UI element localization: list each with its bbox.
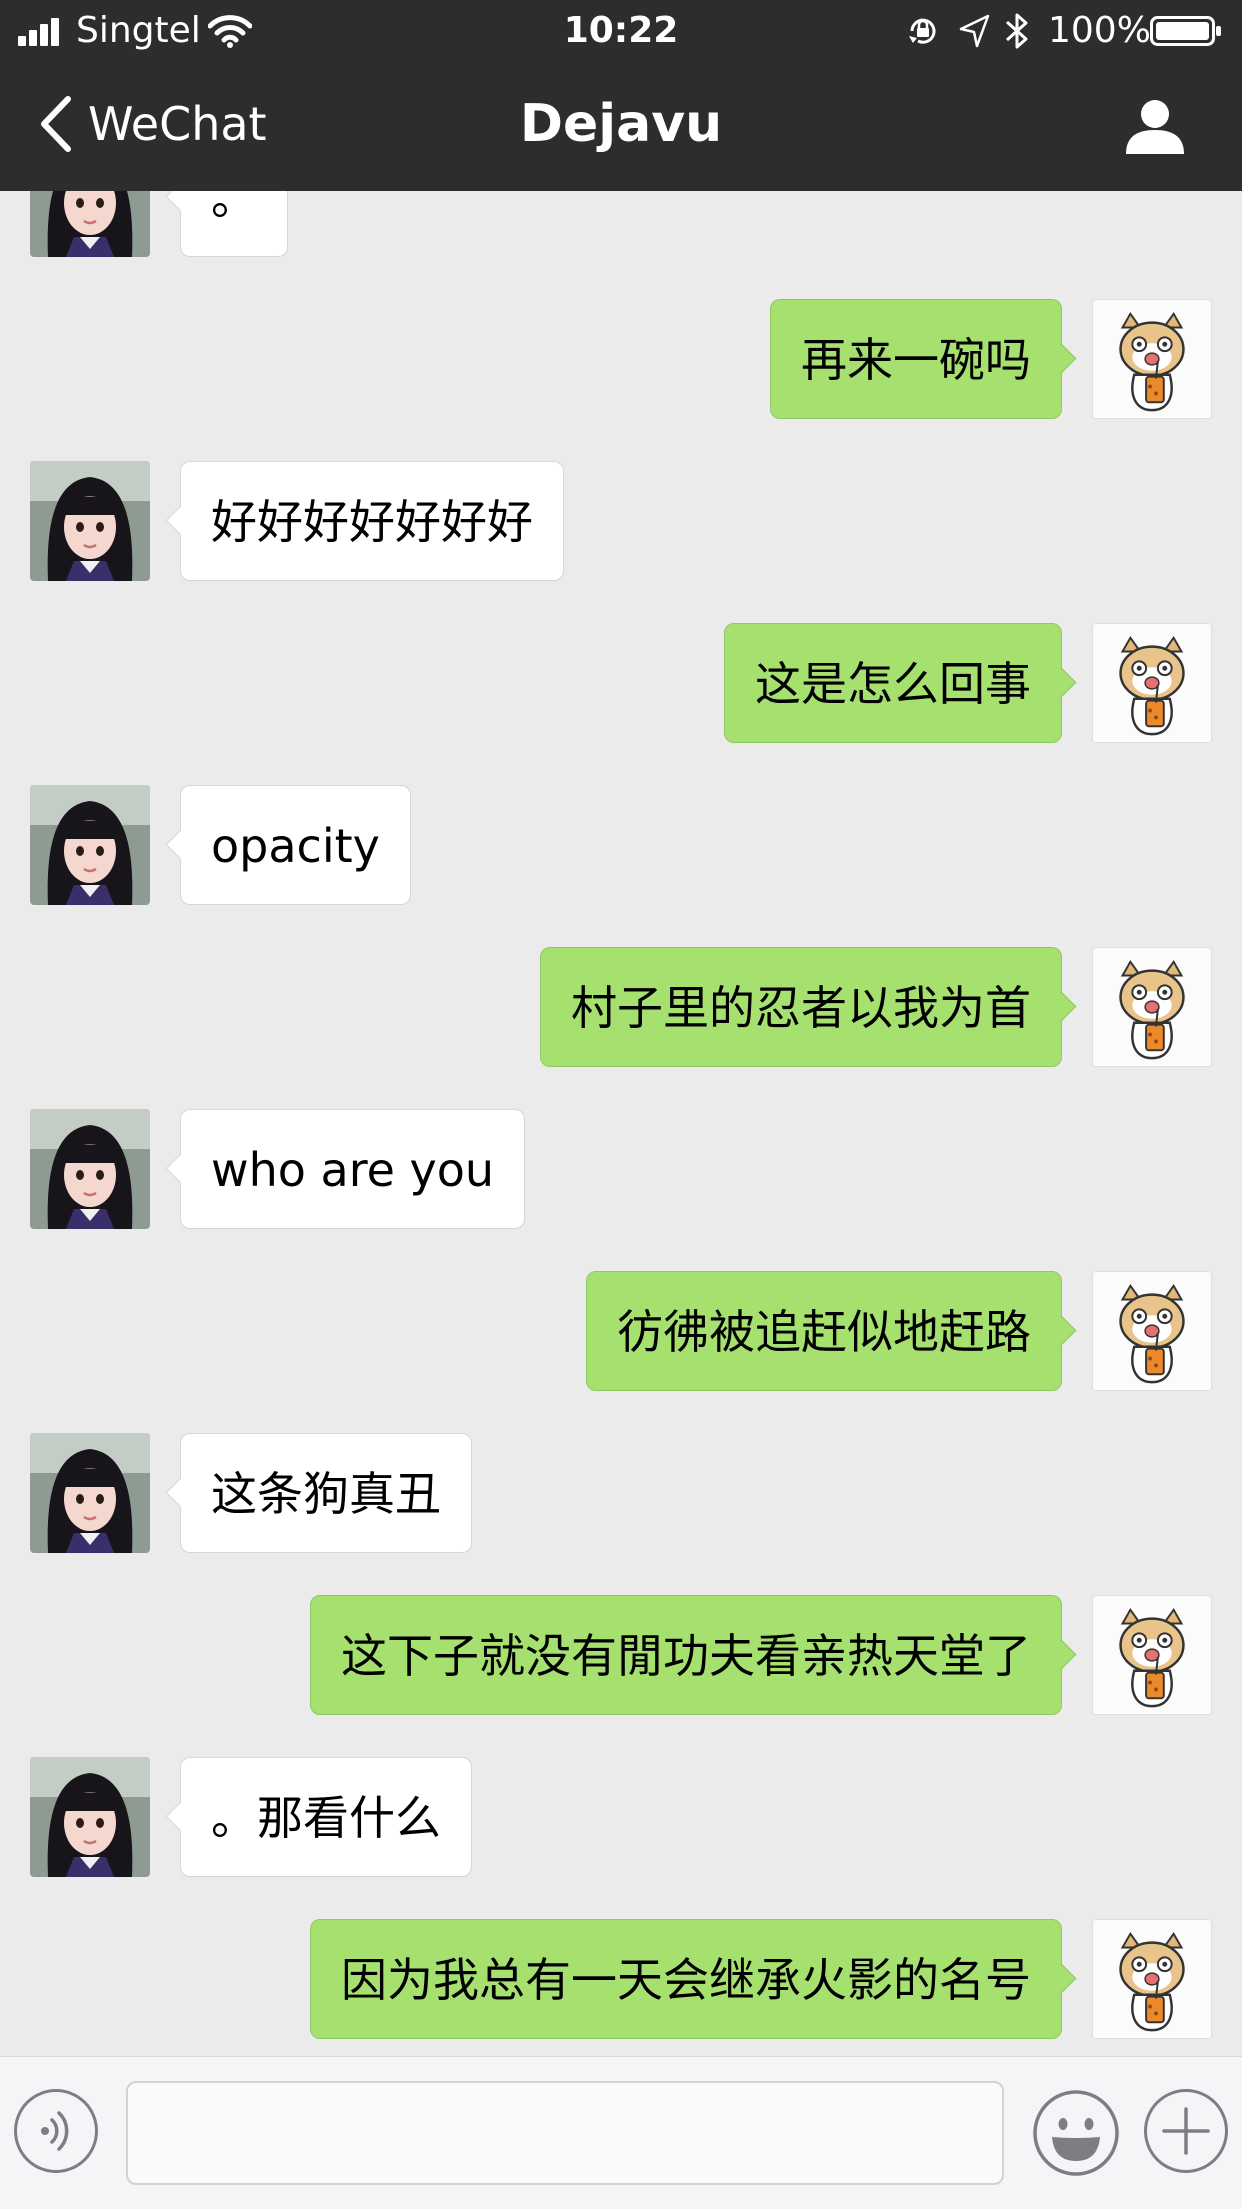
status-bar: Singtel 10:22 100% xyxy=(0,0,1242,62)
outgoing-message: 村子里的忍者以我为首 xyxy=(0,947,1242,1067)
message-bubble[interactable]: 村子里的忍者以我为首 xyxy=(540,947,1062,1067)
bluetooth-icon xyxy=(1005,13,1028,49)
message-bubble[interactable]: who are you xyxy=(180,1109,526,1229)
back-button[interactable]: WeChat xyxy=(36,92,267,156)
person-icon[interactable] xyxy=(1124,96,1186,156)
emoji-icon[interactable] xyxy=(1032,2089,1120,2177)
battery-icon xyxy=(1150,16,1221,46)
message-bubble[interactable]: 好好好好好好好 xyxy=(180,461,564,581)
orientation-lock-icon xyxy=(909,18,936,44)
my-avatar[interactable] xyxy=(1092,1595,1212,1715)
contact-avatar[interactable] xyxy=(30,1757,150,1877)
back-label: WeChat xyxy=(88,97,267,151)
message-input[interactable] xyxy=(126,2081,1004,2185)
incoming-message: who are you xyxy=(0,1109,1242,1229)
plus-icon xyxy=(1162,2107,1210,2155)
incoming-message: 这条狗真丑 xyxy=(0,1433,1242,1553)
contact-avatar[interactable] xyxy=(30,1109,150,1229)
incoming-message: 。 xyxy=(0,191,1242,257)
plus-button[interactable] xyxy=(1144,2089,1228,2173)
contact-avatar[interactable] xyxy=(30,191,150,257)
contact-avatar[interactable] xyxy=(30,1433,150,1553)
my-avatar[interactable] xyxy=(1092,1919,1212,2039)
message-bubble[interactable]: 彷彿被追赶似地赶路 xyxy=(586,1271,1062,1391)
top-bar: Singtel 10:22 100% WeChat Dejavu xyxy=(0,0,1242,191)
outgoing-message: 这是怎么回事 xyxy=(0,623,1242,743)
outgoing-message: 这下子就没有閒功夫看亲热天堂了 xyxy=(0,1595,1242,1715)
my-avatar[interactable] xyxy=(1092,947,1212,1067)
outgoing-message: 彷彿被追赶似地赶路 xyxy=(0,1271,1242,1391)
message-bubble[interactable]: opacity xyxy=(180,785,411,905)
outgoing-message: 再来一碗吗 xyxy=(0,299,1242,419)
location-icon xyxy=(959,14,990,48)
navigation-bar: WeChat Dejavu xyxy=(0,62,1242,191)
voice-button[interactable] xyxy=(14,2089,98,2173)
incoming-message: 好好好好好好好 xyxy=(0,461,1242,581)
incoming-message: 。那看什么 xyxy=(0,1757,1242,1877)
message-bubble[interactable]: 再来一碗吗 xyxy=(770,299,1062,419)
chevron-left-icon xyxy=(41,96,71,152)
contact-avatar[interactable] xyxy=(30,461,150,581)
message-bubble[interactable]: 因为我总有一天会继承火影的名号 xyxy=(310,1919,1062,2039)
my-avatar[interactable] xyxy=(1092,623,1212,743)
message-bubble[interactable]: 这下子就没有閒功夫看亲热天堂了 xyxy=(310,1595,1062,1715)
contact-avatar[interactable] xyxy=(30,785,150,905)
outgoing-message: 因为我总有一天会继承火影的名号 xyxy=(0,1919,1242,2039)
incoming-message: opacity xyxy=(0,785,1242,905)
voice-icon xyxy=(41,2111,69,2151)
battery-percent: 100% xyxy=(1048,10,1151,51)
my-avatar[interactable] xyxy=(1092,1271,1212,1391)
chat-area[interactable]: 。再来一碗吗好好好好好好好这是怎么回事 opacity 村子里的忍者以我为首 who … xyxy=(0,191,1242,2056)
message-bubble[interactable]: 。 xyxy=(180,191,288,257)
message-bubble[interactable]: 这是怎么回事 xyxy=(724,623,1062,743)
message-bubble[interactable]: 。那看什么 xyxy=(180,1757,472,1877)
my-avatar[interactable] xyxy=(1092,299,1212,419)
input-bar xyxy=(0,2056,1242,2209)
message-bubble[interactable]: 这条狗真丑 xyxy=(180,1433,472,1553)
